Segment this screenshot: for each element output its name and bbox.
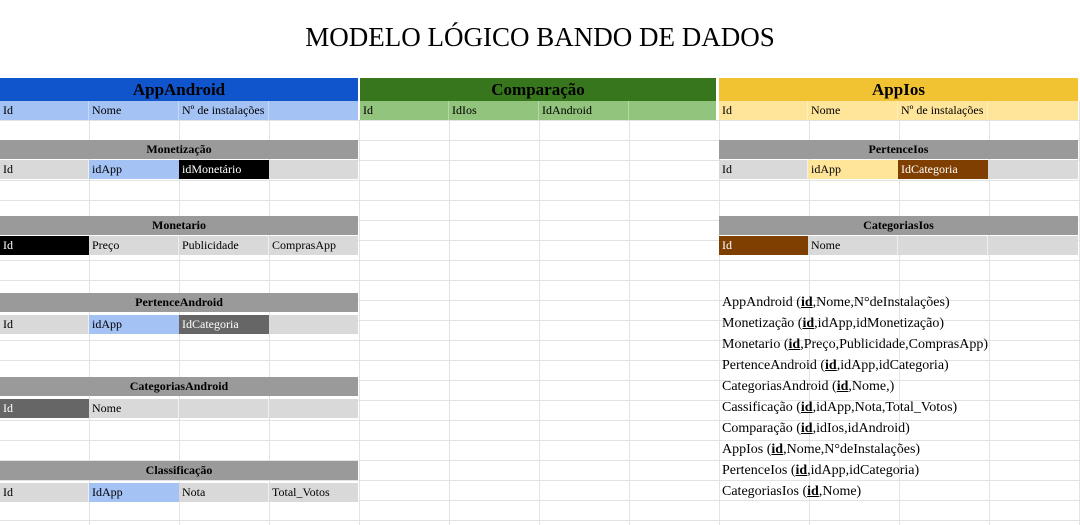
cell-monetario-comprasapp[interactable]: ComprasApp [269,236,358,255]
table-header-monetario: Monetario [0,216,358,235]
schema-key: id [795,463,808,478]
cell-comparacao-idios[interactable]: IdIos [449,101,539,120]
cell-pertenceios-idcategoria[interactable]: IdCategoria [898,160,988,179]
table-header-pertenceios: PertenceIos [719,140,1078,159]
cell-monetizacao-id[interactable]: Id [0,160,89,179]
cell-pertenceios-id[interactable]: Id [719,160,808,179]
schema-key: id [807,484,819,499]
schema-fields: ,idApp,idCategoria) [807,463,920,478]
cell-pertenceios-empty[interactable] [988,160,1078,179]
cell-pertenceandroid-idcategoria[interactable]: IdCategoria [179,315,269,334]
schema-name: CategoriasIos [722,484,799,499]
schema-name: Comparação [722,421,793,436]
schema-line[interactable]: CategoriasIos (id,Nome) [722,481,861,502]
schema-line[interactable]: PertenceAndroid (id,idApp,idCategoria) [722,355,949,376]
cell-pertenceandroid-empty[interactable] [269,315,358,334]
schema-key: id [836,379,849,394]
schema-fields: ,idApp,idMonetização) [814,316,945,331]
cell-pertenceios-idapp[interactable]: idApp [808,160,898,179]
schema-key: id [788,337,801,352]
schema-fields: ,Nome,N°deInstalações) [783,442,921,457]
schema-line[interactable]: Monetização (id,idApp,idMonetização) [722,313,944,334]
schema-name: AppIos [722,442,764,457]
schema-name: Monetario [722,337,781,352]
cell-categoriasandroid-empty1[interactable] [179,399,269,418]
schema-line[interactable]: AppIos (id,Nome,N°deInstalações) [722,439,920,460]
cell-classificacao-id[interactable]: Id [0,483,89,502]
page-title: MODELO LÓGICO BANDO DE DADOS [305,22,775,52]
cell-monetario-id[interactable]: Id [0,236,89,255]
schema-line[interactable]: Comparação (id,idIos,idAndroid) [722,418,910,439]
cell-monetizacao-idapp[interactable]: idApp [89,160,179,179]
table-header-categoriasandroid: CategoriasAndroid [0,377,358,396]
schema-line[interactable]: Cassificação (id,idApp,Nota,Total_Votos) [722,397,957,418]
schema-fields: ,idIos,idAndroid) [812,421,910,436]
schema-key: id [800,421,813,436]
cell-comparacao-idandroid[interactable]: IdAndroid [539,101,629,120]
cell-monetizacao-empty[interactable] [269,160,358,179]
cell-pertenceandroid-idapp[interactable]: idApp [89,315,179,334]
schema-name: AppAndroid [722,295,793,310]
schema-name: Cassificação [722,400,793,415]
schema-name: CategoriasAndroid [722,379,829,394]
table-header-appandroid: AppAndroid [0,78,358,101]
table-header-classificacao: Classificação [0,461,358,480]
cell-monetario-publicidade[interactable]: Publicidade [179,236,269,255]
cell-categoriasios-empty1[interactable] [898,236,988,255]
table-header-monetizacao: Monetização [0,140,358,159]
schema-fields: ,idApp,Nota,Total_Votos) [812,400,958,415]
cell-comparacao-id[interactable]: Id [360,101,449,120]
schema-line[interactable]: AppAndroid (id,Nome,N°deInstalações) [722,292,950,313]
cell-comparacao-empty[interactable] [629,101,716,120]
cell-appandroid-empty[interactable] [269,101,358,120]
cell-pertenceandroid-id[interactable]: Id [0,315,89,334]
schema-fields: ,Nome) [818,484,862,499]
cell-classificacao-nota[interactable]: Nota [179,483,269,502]
cell-classificacao-totalvotos[interactable]: Total_Votos [269,483,358,502]
cell-categoriasandroid-id[interactable]: Id [0,399,89,418]
spreadsheet-page: MODELO LÓGICO BANDO DE DADOS AppAndroid … [0,0,1080,525]
cell-categoriasios-id[interactable]: Id [719,236,808,255]
cell-categoriasandroid-empty2[interactable] [269,399,358,418]
table-header-categoriasios: CategoriasIos [719,216,1078,235]
schema-fields: ,Nome,N°deInstalações) [812,295,950,310]
table-header-comparacao: Comparação [360,78,716,101]
table-header-appios: AppIos [719,78,1078,101]
cell-appandroid-instalacoes[interactable]: Nº de instalações [179,101,269,120]
cell-categoriasios-nome[interactable]: Nome [808,236,898,255]
cell-classificacao-idapp[interactable]: IdApp [89,483,179,502]
table-header-pertenceandroid: PertenceAndroid [0,293,358,312]
cell-appandroid-nome[interactable]: Nome [89,101,179,120]
schema-name: PertenceAndroid [722,358,817,373]
cell-appios-id[interactable]: Id [719,101,808,120]
cell-appandroid-id[interactable]: Id [0,101,89,120]
schema-line[interactable]: Monetario (id,Preço,Publicidade,ComprasA… [722,334,988,355]
schema-key: id [800,295,813,310]
cell-monetario-preco[interactable]: Preço [89,236,179,255]
schema-name: Monetização [722,316,795,331]
cell-monetizacao-idmonetario[interactable]: idMonetário [179,160,269,179]
cell-categoriasandroid-nome[interactable]: Nome [89,399,179,418]
cell-appios-empty[interactable] [988,101,1078,120]
schema-fields: ,Preço,Publicidade,ComprasApp) [800,337,988,352]
cell-appios-instalacoes[interactable]: Nº de instalações [898,101,988,120]
cell-appios-nome[interactable]: Nome [808,101,898,120]
schema-name: PertenceIos [722,463,788,478]
schema-line[interactable]: PertenceIos (id,idApp,idCategoria) [722,460,919,481]
schema-fields: ,idApp,idCategoria) [836,358,949,373]
schema-key: id [802,316,815,331]
schema-key: id [800,400,813,415]
schema-line[interactable]: CategoriasAndroid (id,Nome,) [722,376,894,397]
schema-key: id [771,442,784,457]
schema-key: id [825,358,837,373]
title-area: MODELO LÓGICO BANDO DE DADOS [0,0,1080,78]
cell-categoriasios-empty2[interactable] [988,236,1078,255]
schema-fields: ,Nome,) [848,379,895,394]
